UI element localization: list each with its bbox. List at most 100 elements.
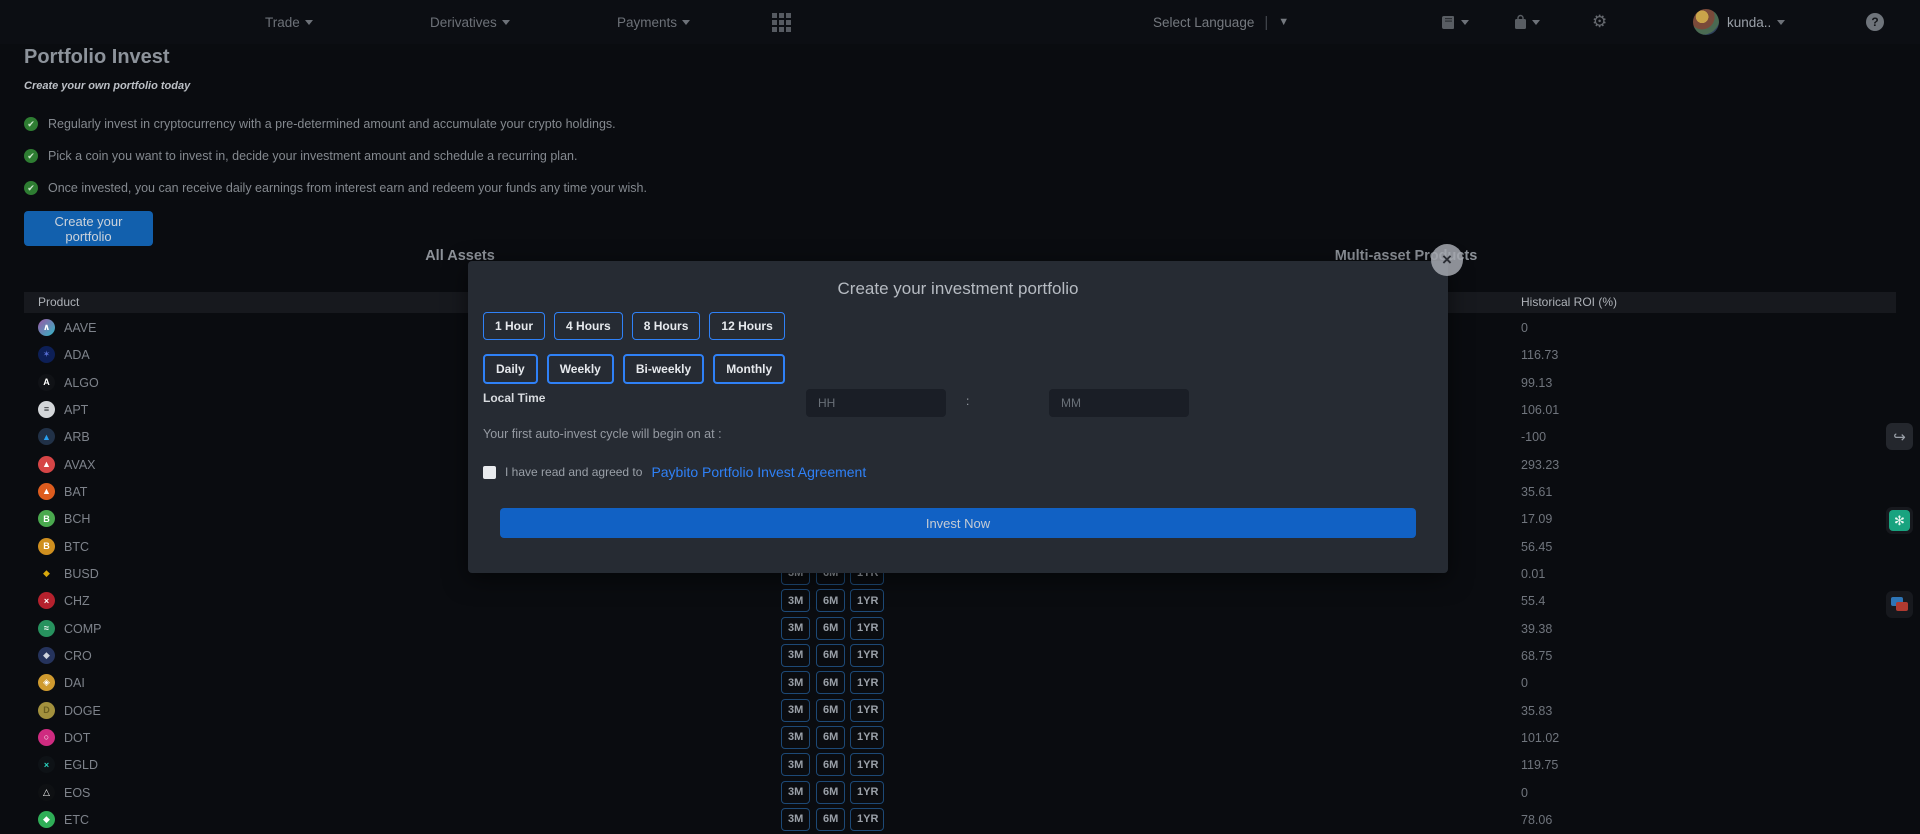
coin-symbol: ARB bbox=[64, 430, 90, 444]
chevron-down-icon bbox=[502, 20, 510, 25]
time-separator: : bbox=[966, 394, 969, 408]
close-icon[interactable]: × bbox=[1431, 244, 1463, 276]
language-selector[interactable]: Select Language | ▼ bbox=[1153, 0, 1289, 44]
language-label: Select Language bbox=[1153, 15, 1254, 30]
term-button-3m[interactable]: 3M bbox=[781, 726, 810, 749]
hour-option-12-hours[interactable]: 12 Hours bbox=[709, 312, 784, 340]
table-row[interactable]: ≈COMP3M6M1YR39.38 bbox=[24, 615, 1896, 642]
term-button-6m[interactable]: 6M bbox=[816, 781, 845, 804]
ada-coin-icon: ✶ bbox=[38, 346, 55, 363]
term-button-3m[interactable]: 3M bbox=[781, 808, 810, 831]
coin-symbol: CRO bbox=[64, 649, 92, 663]
wallet-bag-icon[interactable] bbox=[1513, 0, 1540, 44]
term-button-3m[interactable]: 3M bbox=[781, 781, 810, 804]
term-button-1yr[interactable]: 1YR bbox=[850, 808, 884, 831]
table-row[interactable]: ○DOT3M6M1YR101.02 bbox=[24, 724, 1896, 751]
create-portfolio-button[interactable]: Create your portfolio bbox=[24, 211, 153, 246]
apps-grid-icon[interactable] bbox=[772, 13, 791, 32]
coin-symbol: DOT bbox=[64, 731, 90, 745]
busd-coin-icon: ◆ bbox=[38, 565, 55, 582]
term-button-1yr[interactable]: 1YR bbox=[850, 781, 884, 804]
term-button-6m[interactable]: 6M bbox=[816, 699, 845, 722]
coin-symbol: DAI bbox=[64, 676, 85, 690]
table-row[interactable]: △EOS3M6M1YR0 bbox=[24, 779, 1896, 806]
frequency-options-row: Daily Weekly Bi-weekly Monthly bbox=[483, 354, 785, 384]
historical-roi-value: 35.61 bbox=[1521, 485, 1552, 499]
term-button-6m[interactable]: 6M bbox=[816, 753, 845, 776]
minute-input[interactable] bbox=[1049, 389, 1189, 417]
historical-roi-value: 56.45 bbox=[1521, 540, 1552, 554]
check-icon: ✔ bbox=[24, 117, 38, 131]
chat-bubbles-icon[interactable] bbox=[1886, 591, 1913, 618]
table-row[interactable]: ◈DAI3M6M1YR0 bbox=[24, 669, 1896, 696]
coin-symbol: EGLD bbox=[64, 758, 98, 772]
term-button-1yr[interactable]: 1YR bbox=[850, 589, 884, 612]
table-row[interactable]: ×EGLD3M6M1YR119.75 bbox=[24, 751, 1896, 778]
coin-symbol: ADA bbox=[64, 348, 90, 362]
term-button-1yr[interactable]: 1YR bbox=[850, 671, 884, 694]
term-button-3m[interactable]: 3M bbox=[781, 589, 810, 612]
hour-option-8-hours[interactable]: 8 Hours bbox=[632, 312, 701, 340]
algo-coin-icon: A bbox=[38, 374, 55, 391]
term-button-6m[interactable]: 6M bbox=[816, 644, 845, 667]
hour-option-1-hour[interactable]: 1 Hour bbox=[483, 312, 545, 340]
orders-book-icon[interactable] bbox=[1441, 0, 1469, 44]
frequency-option-daily[interactable]: Daily bbox=[483, 354, 538, 384]
table-row[interactable]: ×CHZ3M6M1YR55.4 bbox=[24, 587, 1896, 614]
invest-now-button[interactable]: Invest Now bbox=[500, 508, 1416, 538]
table-row[interactable]: DDOGE3M6M1YR35.83 bbox=[24, 697, 1896, 724]
term-button-3m[interactable]: 3M bbox=[781, 644, 810, 667]
gear-glyph: ⚙ bbox=[1592, 12, 1607, 32]
feature-bullet: ✔Pick a coin you want to invest in, deci… bbox=[24, 149, 577, 163]
term-button-1yr[interactable]: 1YR bbox=[850, 726, 884, 749]
coin-symbol: BUSD bbox=[64, 567, 99, 581]
term-button-3m[interactable]: 3M bbox=[781, 671, 810, 694]
user-avatar[interactable] bbox=[1693, 9, 1719, 35]
historical-roi-value: 99.13 bbox=[1521, 376, 1552, 390]
term-button-6m[interactable]: 6M bbox=[816, 671, 845, 694]
nav-menu-trade[interactable]: Trade bbox=[265, 0, 313, 44]
term-button-1yr[interactable]: 1YR bbox=[850, 644, 884, 667]
coin-symbol: EOS bbox=[64, 786, 90, 800]
share-icon[interactable]: ↪ bbox=[1886, 423, 1913, 450]
nav-menu-payments[interactable]: Payments bbox=[617, 0, 690, 44]
term-button-6m[interactable]: 6M bbox=[816, 808, 845, 831]
frequency-option-weekly[interactable]: Weekly bbox=[547, 354, 614, 384]
frequency-option-bi-weekly[interactable]: Bi-weekly bbox=[623, 354, 704, 384]
agreement-row: I have read and agreed to Paybito Portfo… bbox=[483, 464, 866, 480]
cro-coin-icon: ◆ bbox=[38, 647, 55, 664]
term-button-6m[interactable]: 6M bbox=[816, 589, 845, 612]
settings-gear-icon[interactable]: ⚙ bbox=[1592, 0, 1607, 44]
term-button-6m[interactable]: 6M bbox=[816, 726, 845, 749]
local-time-label: Local Time bbox=[483, 391, 545, 405]
user-menu[interactable]: kunda.. bbox=[1727, 0, 1785, 44]
agreement-checkbox[interactable] bbox=[483, 466, 496, 479]
term-button-6m[interactable]: 6M bbox=[816, 617, 845, 640]
term-button-1yr[interactable]: 1YR bbox=[850, 753, 884, 776]
table-row[interactable]: ◆CRO3M6M1YR68.75 bbox=[24, 642, 1896, 669]
help-icon[interactable]: ? bbox=[1866, 13, 1884, 31]
gpt-extension-icon[interactable]: ✻ bbox=[1886, 507, 1913, 534]
bch-coin-icon: B bbox=[38, 510, 55, 527]
top-navbar: Trade Derivatives Payments Select Language… bbox=[0, 0, 1920, 44]
agreement-label: I have read and agreed to bbox=[505, 465, 642, 479]
term-button-1yr[interactable]: 1YR bbox=[850, 699, 884, 722]
frequency-option-monthly[interactable]: Monthly bbox=[713, 354, 785, 384]
agreement-link[interactable]: Paybito Portfolio Invest Agreement bbox=[651, 464, 866, 480]
hour-input[interactable] bbox=[806, 389, 946, 417]
term-button-1yr[interactable]: 1YR bbox=[850, 617, 884, 640]
hour-option-4-hours[interactable]: 4 Hours bbox=[554, 312, 623, 340]
nav-menu-derivatives[interactable]: Derivatives bbox=[430, 0, 510, 44]
user-name: kunda.. bbox=[1727, 15, 1771, 30]
table-row[interactable]: ◆ETC3M6M1YR78.06 bbox=[24, 806, 1896, 833]
term-button-3m[interactable]: 3M bbox=[781, 699, 810, 722]
app-root: Trade Derivatives Payments Select Language… bbox=[0, 0, 1920, 834]
comp-coin-icon: ≈ bbox=[38, 620, 55, 637]
language-caret-icon: ▼ bbox=[1278, 16, 1289, 28]
term-button-3m[interactable]: 3M bbox=[781, 753, 810, 776]
feature-bullet: ✔Once invested, you can receive daily ea… bbox=[24, 181, 647, 195]
dot-coin-icon: ○ bbox=[38, 729, 55, 746]
term-button-3m[interactable]: 3M bbox=[781, 617, 810, 640]
historical-roi-value: 0.01 bbox=[1521, 567, 1545, 581]
coin-symbol: ETC bbox=[64, 813, 89, 827]
